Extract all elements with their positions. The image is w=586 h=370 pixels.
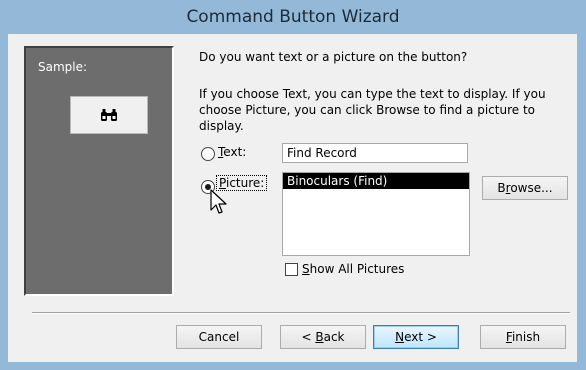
- button-text-input[interactable]: [282, 143, 468, 163]
- sample-label: Sample:: [38, 60, 88, 74]
- binoculars-icon: [101, 109, 117, 121]
- next-button[interactable]: Next >: [373, 325, 459, 349]
- footer-separator: [32, 312, 570, 314]
- picture-listbox[interactable]: Binoculars (Find): [282, 172, 470, 256]
- picture-list-item[interactable]: Binoculars (Find): [283, 173, 469, 189]
- browse-button[interactable]: Browse...: [482, 176, 568, 200]
- finish-button[interactable]: Finish: [480, 325, 566, 349]
- sample-preview-panel: [24, 46, 174, 296]
- back-button[interactable]: < Back: [280, 325, 366, 349]
- text-radio-label[interactable]: Text:: [218, 145, 246, 159]
- window-title: Command Button Wizard: [186, 7, 400, 27]
- wizard-help-text: If you choose Text, you can type the tex…: [199, 87, 546, 133]
- mouse-pointer-icon: [210, 189, 227, 214]
- text-radio[interactable]: [201, 147, 215, 161]
- cancel-button[interactable]: Cancel: [176, 325, 262, 349]
- sample-button-preview: [70, 96, 148, 134]
- show-all-pictures-label[interactable]: Show All Pictures: [302, 262, 404, 276]
- show-all-pictures-checkbox[interactable]: [285, 263, 298, 276]
- wizard-question: Do you want text or a picture on the but…: [199, 50, 468, 64]
